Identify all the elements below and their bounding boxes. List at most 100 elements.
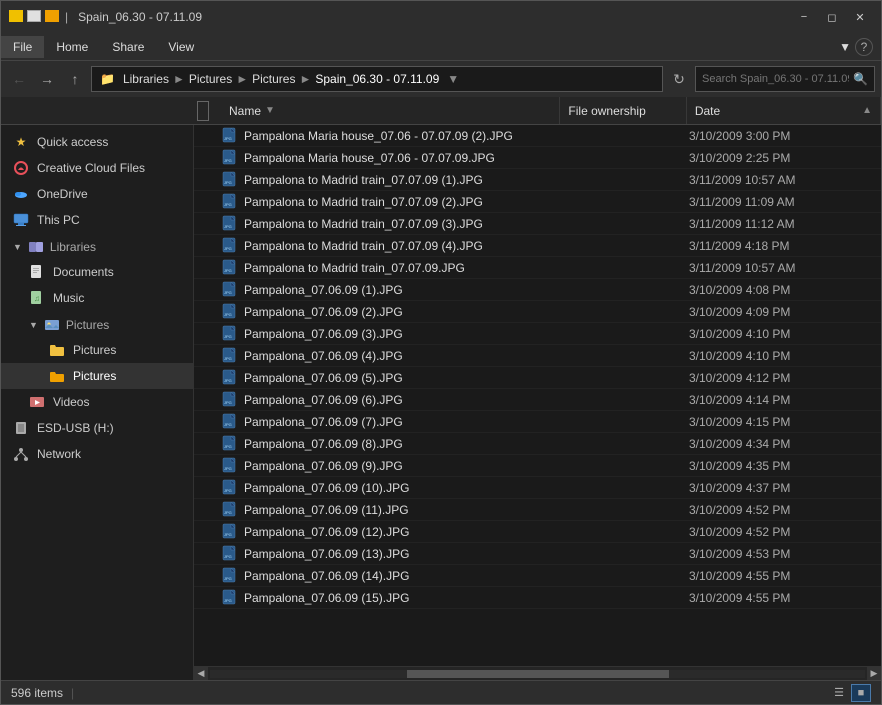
col-header-ownership[interactable]: File ownership: [560, 97, 686, 124]
table-row[interactable]: JPG Pampalona to Madrid train_07.07.09.J…: [194, 257, 881, 279]
col-header-name[interactable]: Name ▼: [221, 97, 560, 124]
table-row[interactable]: JPG Pampalona to Madrid train_07.07.09 (…: [194, 213, 881, 235]
refresh-button[interactable]: ↻: [667, 67, 691, 91]
computer-icon: [13, 212, 29, 228]
path-pictures1[interactable]: Pictures: [189, 72, 232, 86]
file-icon: JPG: [222, 149, 240, 167]
minimize-button[interactable]: −: [791, 7, 817, 27]
path-libraries[interactable]: Libraries: [123, 72, 169, 86]
maximize-button[interactable]: ◻: [819, 7, 845, 27]
scroll-thumb[interactable]: [407, 670, 669, 678]
menu-file[interactable]: File: [1, 36, 44, 58]
sidebar-item-documents[interactable]: Documents: [1, 259, 193, 285]
file-name: Pampalona Maria house_07.06 - 07.07.09 (…: [244, 129, 559, 143]
search-input[interactable]: [702, 73, 849, 85]
file-date: 3/11/2009 4:18 PM: [689, 239, 873, 253]
large-icon-view-button[interactable]: ■: [851, 684, 871, 702]
sidebar-item-network[interactable]: Network: [1, 441, 193, 467]
table-row[interactable]: JPG Pampalona_07.06.09 (5).JPG 3/10/2009…: [194, 367, 881, 389]
close-button[interactable]: ✕: [847, 7, 873, 27]
file-icon: JPG: [222, 479, 240, 497]
sidebar-item-libraries[interactable]: ▼ Libraries: [1, 233, 193, 259]
table-row[interactable]: JPG Pampalona Maria house_07.06 - 07.07.…: [194, 125, 881, 147]
table-row[interactable]: JPG Pampalona_07.06.09 (13).JPG 3/10/200…: [194, 543, 881, 565]
forward-button[interactable]: →: [35, 67, 59, 91]
file-name: Pampalona_07.06.09 (11).JPG: [244, 503, 559, 517]
table-row[interactable]: JPG Pampalona to Madrid train_07.07.09 (…: [194, 191, 881, 213]
sidebar-item-pictures-group[interactable]: ▼ Pictures: [1, 311, 193, 337]
scroll-left-button[interactable]: ◀: [194, 667, 208, 681]
file-icon: JPG: [222, 567, 240, 585]
table-row[interactable]: JPG Pampalona_07.06.09 (6).JPG 3/10/2009…: [194, 389, 881, 411]
file-date: 3/10/2009 4:55 PM: [689, 569, 873, 583]
table-row[interactable]: JPG Pampalona_07.06.09 (15).JPG 3/10/200…: [194, 587, 881, 609]
file-icon: JPG: [222, 589, 240, 607]
table-row[interactable]: JPG Pampalona_07.06.09 (2).JPG 3/10/2009…: [194, 301, 881, 323]
sidebar-item-music[interactable]: ♫ Music: [1, 285, 193, 311]
scroll-track[interactable]: [210, 670, 865, 678]
svg-text:JPG: JPG: [224, 136, 232, 141]
horizontal-scrollbar[interactable]: ◀ ▶: [194, 666, 881, 680]
address-bar: ← → ↑ 📁 Libraries ► Pictures ► Pictures …: [1, 61, 881, 97]
svg-text:JPG: JPG: [224, 290, 232, 295]
sidebar-item-esd-usb[interactable]: ESD-USB (H:): [1, 415, 193, 441]
table-row[interactable]: JPG Pampalona_07.06.09 (1).JPG 3/10/2009…: [194, 279, 881, 301]
menu-view[interactable]: View: [156, 36, 206, 58]
title-bar: | Spain_06.30 - 07.11.09 − ◻ ✕: [1, 1, 881, 33]
select-all-checkbox[interactable]: [197, 101, 209, 121]
up-button[interactable]: ↑: [63, 67, 87, 91]
menu-home[interactable]: Home: [44, 36, 100, 58]
file-name: Pampalona_07.06.09 (1).JPG: [244, 283, 559, 297]
table-row[interactable]: JPG Pampalona Maria house_07.06 - 07.07.…: [194, 147, 881, 169]
file-icon: JPG: [222, 435, 240, 453]
table-row[interactable]: JPG Pampalona_07.06.09 (8).JPG 3/10/2009…: [194, 433, 881, 455]
file-date: 3/10/2009 4:09 PM: [689, 305, 873, 319]
path-pictures2[interactable]: Pictures: [252, 72, 295, 86]
table-row[interactable]: JPG Pampalona to Madrid train_07.07.09 (…: [194, 235, 881, 257]
file-name: Pampalona to Madrid train_07.07.09 (4).J…: [244, 239, 559, 253]
sidebar-item-this-pc[interactable]: This PC: [1, 207, 193, 233]
documents-icon: [29, 264, 45, 280]
col-header-date[interactable]: Date ▲: [687, 97, 881, 124]
table-row[interactable]: JPG Pampalona_07.06.09 (4).JPG 3/10/2009…: [194, 345, 881, 367]
sidebar-item-pictures-active[interactable]: Pictures: [1, 363, 193, 389]
file-date: 3/10/2009 4:35 PM: [689, 459, 873, 473]
sidebar-item-pictures-sub1[interactable]: Pictures: [1, 337, 193, 363]
sidebar-item-videos[interactable]: Videos: [1, 389, 193, 415]
folder-icon-yellow: [9, 10, 23, 22]
table-row[interactable]: JPG Pampalona_07.06.09 (9).JPG 3/10/2009…: [194, 455, 881, 477]
table-row[interactable]: JPG Pampalona_07.06.09 (3).JPG 3/10/2009…: [194, 323, 881, 345]
table-row[interactable]: JPG Pampalona_07.06.09 (12).JPG 3/10/200…: [194, 521, 881, 543]
sidebar-item-quick-access[interactable]: ★ Quick access: [1, 129, 193, 155]
file-name: Pampalona_07.06.09 (15).JPG: [244, 591, 559, 605]
file-list[interactable]: JPG Pampalona Maria house_07.06 - 07.07.…: [194, 125, 881, 666]
details-view-button[interactable]: ☰: [829, 684, 849, 702]
svg-text:JPG: JPG: [224, 466, 232, 471]
table-row[interactable]: JPG Pampalona_07.06.09 (7).JPG 3/10/2009…: [194, 411, 881, 433]
title-bar-icons: |: [9, 10, 70, 24]
table-row[interactable]: JPG Pampalona_07.06.09 (10).JPG 3/10/200…: [194, 477, 881, 499]
file-icon: JPG: [222, 391, 240, 409]
scroll-right-button[interactable]: ▶: [867, 667, 881, 681]
file-icon: JPG: [222, 545, 240, 563]
file-date: 3/11/2009 10:57 AM: [689, 261, 873, 275]
sidebar-item-onedrive[interactable]: OneDrive: [1, 181, 193, 207]
table-row[interactable]: JPG Pampalona_07.06.09 (14).JPG 3/10/200…: [194, 565, 881, 587]
svg-text:JPG: JPG: [224, 576, 232, 581]
menu-expand[interactable]: ▼ ?: [831, 34, 881, 60]
menu-share[interactable]: Share: [100, 36, 156, 58]
file-date: 3/10/2009 4:52 PM: [689, 525, 873, 539]
back-button[interactable]: ←: [7, 67, 31, 91]
address-path[interactable]: 📁 Libraries ► Pictures ► Pictures ► Spai…: [91, 66, 663, 92]
file-name: Pampalona to Madrid train_07.07.09 (3).J…: [244, 217, 559, 231]
file-date: 3/11/2009 11:09 AM: [689, 195, 873, 209]
file-name: Pampalona_07.06.09 (13).JPG: [244, 547, 559, 561]
table-row[interactable]: JPG Pampalona to Madrid train_07.07.09 (…: [194, 169, 881, 191]
sidebar-item-creative-cloud[interactable]: Creative Cloud Files: [1, 155, 193, 181]
path-current[interactable]: Spain_06.30 - 07.11.09: [315, 72, 439, 86]
file-name: Pampalona_07.06.09 (2).JPG: [244, 305, 559, 319]
table-row[interactable]: JPG Pampalona_07.06.09 (11).JPG 3/10/200…: [194, 499, 881, 521]
file-name: Pampalona Maria house_07.06 - 07.07.09.J…: [244, 151, 559, 165]
file-date: 3/10/2009 4:53 PM: [689, 547, 873, 561]
file-name: Pampalona to Madrid train_07.07.09 (2).J…: [244, 195, 559, 209]
